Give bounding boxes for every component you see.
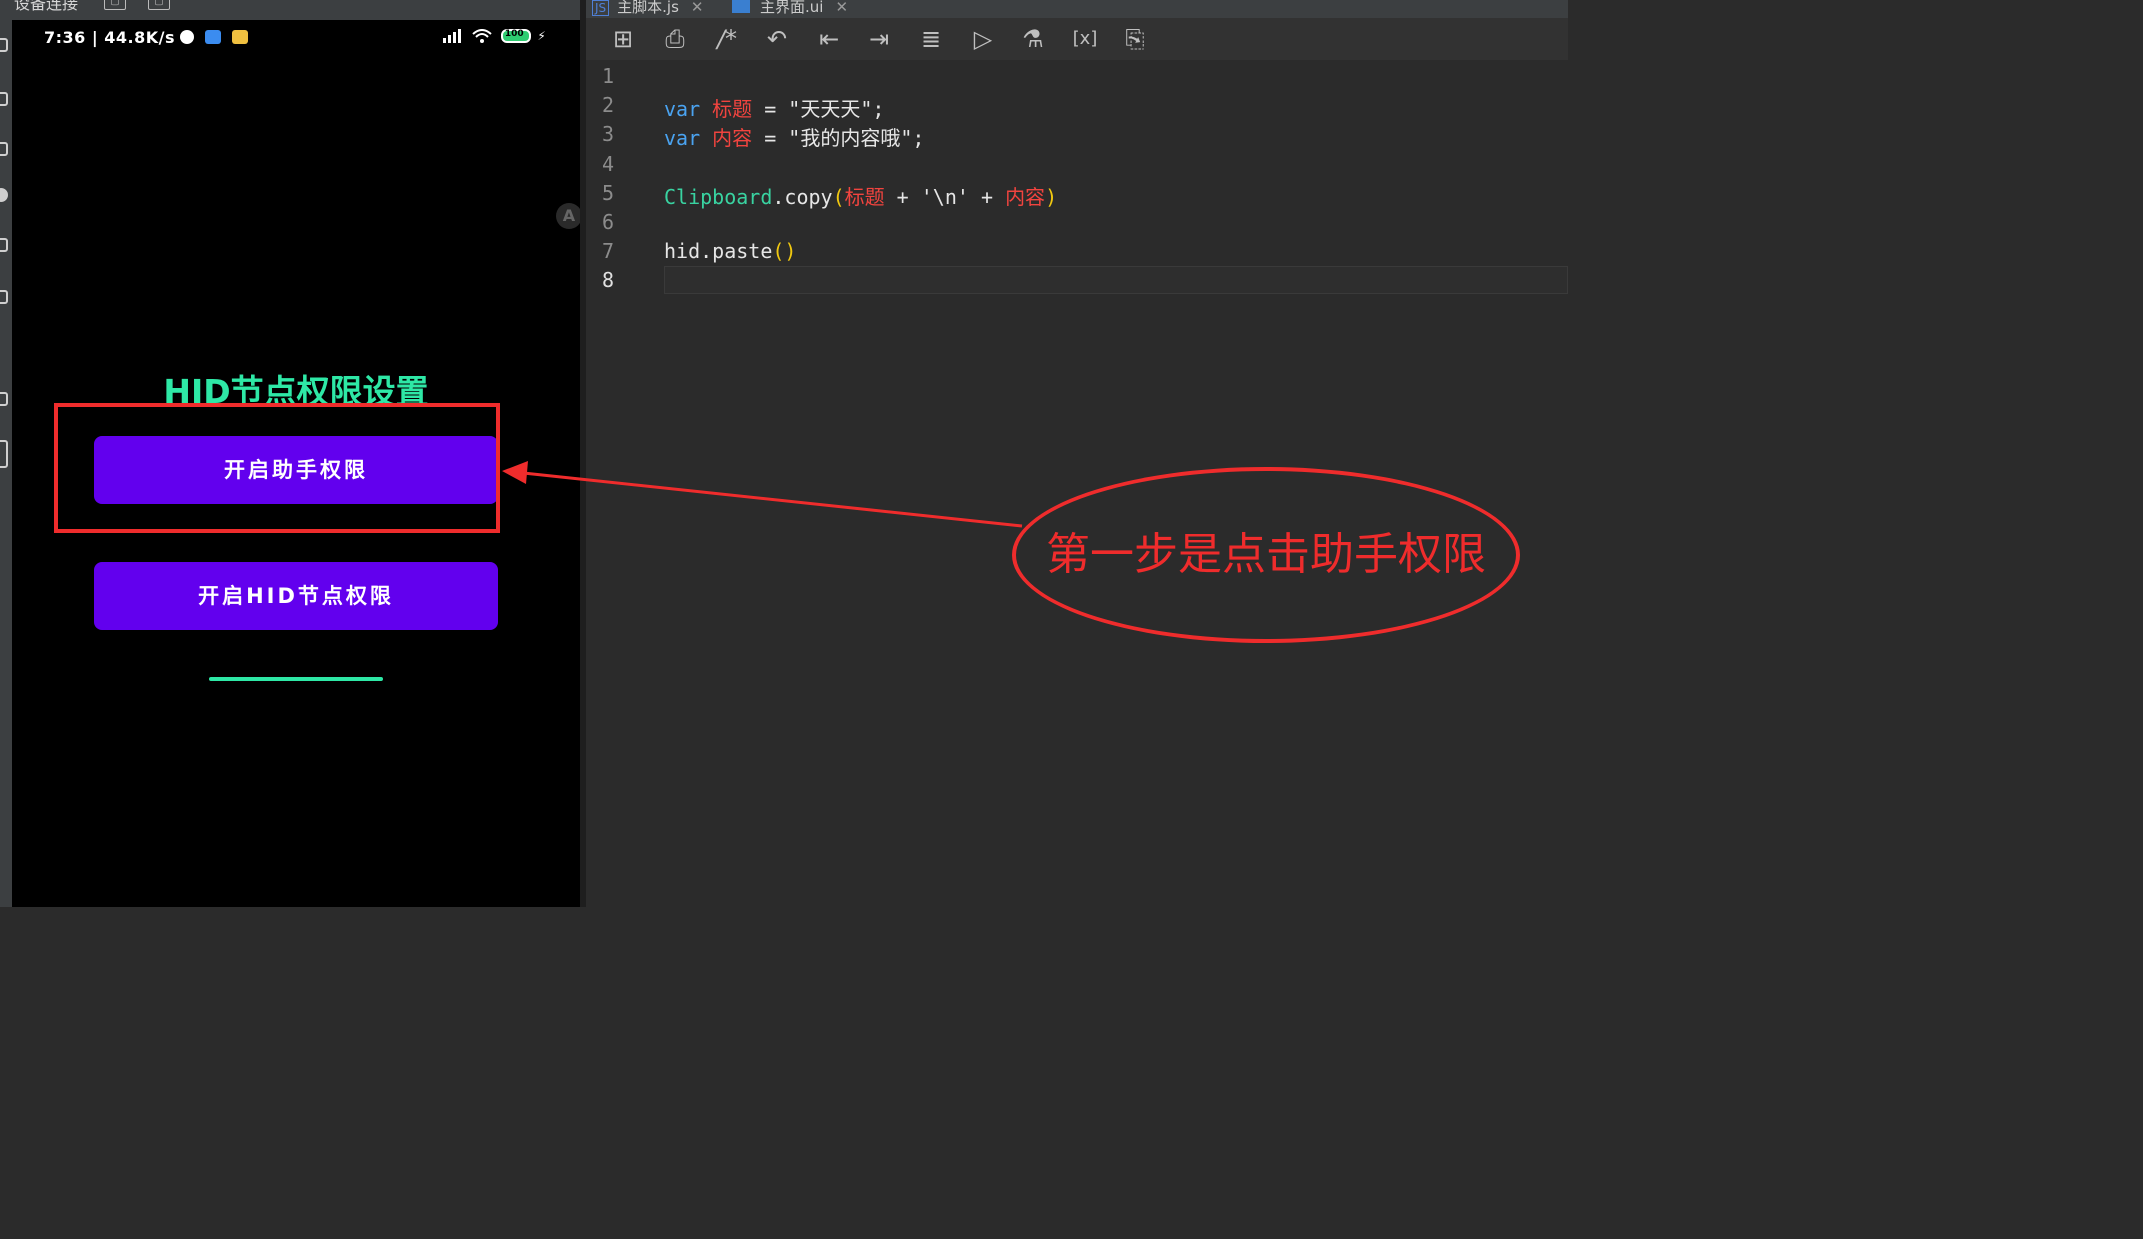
undo-icon[interactable]: ↶ (762, 24, 792, 54)
line-number: 6 (602, 210, 615, 234)
code-line-7: hid.paste() (664, 239, 796, 263)
identifier: 内容 (712, 126, 753, 150)
signal-icon (443, 29, 461, 43)
class-name: Clipboard (664, 185, 773, 209)
outdent-icon[interactable]: ⇤ (814, 24, 844, 54)
device-panel: 设备连接 ▢ ▢ 7:36 | 44.8K/s 100 ⚡ A HID节点权限设… (0, 0, 584, 907)
print-icon[interactable]: ⎙ (660, 24, 690, 54)
tab-main-ui[interactable]: 主界面.ui ✕ (732, 0, 848, 16)
charging-icon: ⚡ (537, 29, 546, 43)
paren: () (772, 239, 797, 263)
screen: 设备连接 ▢ ▢ 7:36 | 44.8K/s 100 ⚡ A HID节点权限设… (0, 0, 1568, 907)
tab-main-script[interactable]: JS 主脚本.js ✕ (592, 0, 704, 16)
screenshot-icon[interactable]: ▢ (104, 0, 126, 10)
status-time: 7:36 | 44.8K/s (44, 28, 176, 47)
message-icon (205, 30, 222, 44)
variables-icon[interactable]: [x] (1070, 24, 1100, 54)
editor-tabs: JS 主脚本.js ✕ 主界面.ui ✕ (586, 0, 1568, 18)
code-editor: JS 主脚本.js ✕ 主界面.ui ✕ ⊞ ⎙ /* ↶ ⇤ ⇥ ≣ ▷ ⚗ [x]… (586, 0, 1568, 907)
keyword: var (664, 97, 701, 121)
code-area[interactable]: 1 2 3 4 5 6 7 8 var 标题 = "天天天"; var 内容 =… (586, 60, 1568, 907)
annotation-text: 第一步是点击助手权限 (1046, 529, 1486, 580)
wifi-icon (472, 29, 493, 43)
pick-icon[interactable] (0, 340, 8, 354)
record-icon[interactable] (0, 188, 8, 202)
device-panel-title-bar: 设备连接 ▢ ▢ (0, 0, 584, 20)
status-notification-icons (180, 29, 254, 48)
js-file-icon: JS (592, 0, 610, 16)
close-icon[interactable]: ✕ (835, 0, 848, 16)
test-icon[interactable]: ⚗ (1018, 24, 1048, 54)
string-literal: "我的内容哦"; (788, 126, 925, 150)
lock-icon[interactable] (0, 392, 8, 406)
run-icon[interactable]: ▷ (968, 24, 998, 54)
battery-level: 100 (504, 29, 524, 39)
line-number-active: 8 (602, 268, 615, 292)
device-side-toolbar (0, 20, 12, 907)
accent-divider (209, 677, 383, 681)
active-line-highlight (664, 266, 1568, 294)
line-number: 5 (602, 181, 615, 205)
close-icon[interactable]: ✕ (691, 0, 704, 16)
line-number: 7 (602, 239, 615, 263)
status-system-icons: 100 ⚡ (442, 28, 546, 44)
keyword: var (664, 126, 701, 150)
operator: = (752, 126, 789, 150)
enable-hid-permission-button[interactable]: 开启HID节点权限 (94, 562, 498, 630)
notification-icon (180, 30, 194, 44)
string-literal: "天天天"; (788, 97, 885, 121)
capture-icon[interactable]: ▢ (148, 0, 170, 10)
editor-toolbar: ⊞ ⎙ /* ↶ ⇤ ⇥ ≣ ▷ ⚗ [x] ⎘ (586, 18, 1568, 60)
status-bar: 7:36 | 44.8K/s 100 ⚡ (12, 26, 580, 52)
new-file-icon[interactable]: ⊞ (608, 24, 638, 54)
comment-icon[interactable]: /* (712, 24, 742, 54)
call-expression: hid.paste (664, 239, 773, 263)
identifier: 内容 (1005, 185, 1046, 209)
paren: ) (1045, 185, 1058, 209)
line-number: 2 (602, 93, 615, 117)
line-number: 1 (602, 64, 615, 88)
identifier: 标题 (844, 185, 885, 209)
code-line-5: Clipboard.copy(标题 + '\n' + 内容) (664, 181, 1057, 210)
operator: = (752, 97, 789, 121)
device-icon[interactable] (0, 440, 8, 468)
clipboard-icon[interactable]: ⎘ (1120, 24, 1150, 54)
mail-icon (232, 30, 249, 44)
indent-icon[interactable]: ⇥ (864, 24, 894, 54)
settings-icon[interactable] (0, 92, 8, 106)
paren: ( (832, 185, 845, 209)
code-line-3: var 内容 = "我的内容哦"; (664, 122, 924, 151)
tab-label: 主界面.ui (760, 0, 824, 16)
battery-icon: 100 (500, 29, 531, 43)
expression: + '\n' + (884, 185, 1006, 209)
device-panel-title: 设备连接 (14, 0, 79, 13)
method-name: .copy (772, 185, 833, 209)
annotation-highlight-box (54, 403, 500, 533)
code-line-2: var 标题 = "天天天"; (664, 93, 884, 122)
format-icon[interactable]: ≣ (916, 24, 946, 54)
floating-assistant-icon[interactable]: A (556, 203, 580, 229)
identifier: 标题 (712, 97, 753, 121)
refresh-icon[interactable] (0, 38, 8, 52)
ui-file-icon (732, 0, 750, 13)
tab-label: 主脚本.js (617, 0, 679, 16)
line-number: 4 (602, 152, 615, 176)
line-number: 3 (602, 122, 615, 146)
layout-icon[interactable] (0, 238, 8, 252)
grid-icon[interactable] (0, 290, 8, 304)
copy-icon[interactable] (0, 142, 8, 156)
